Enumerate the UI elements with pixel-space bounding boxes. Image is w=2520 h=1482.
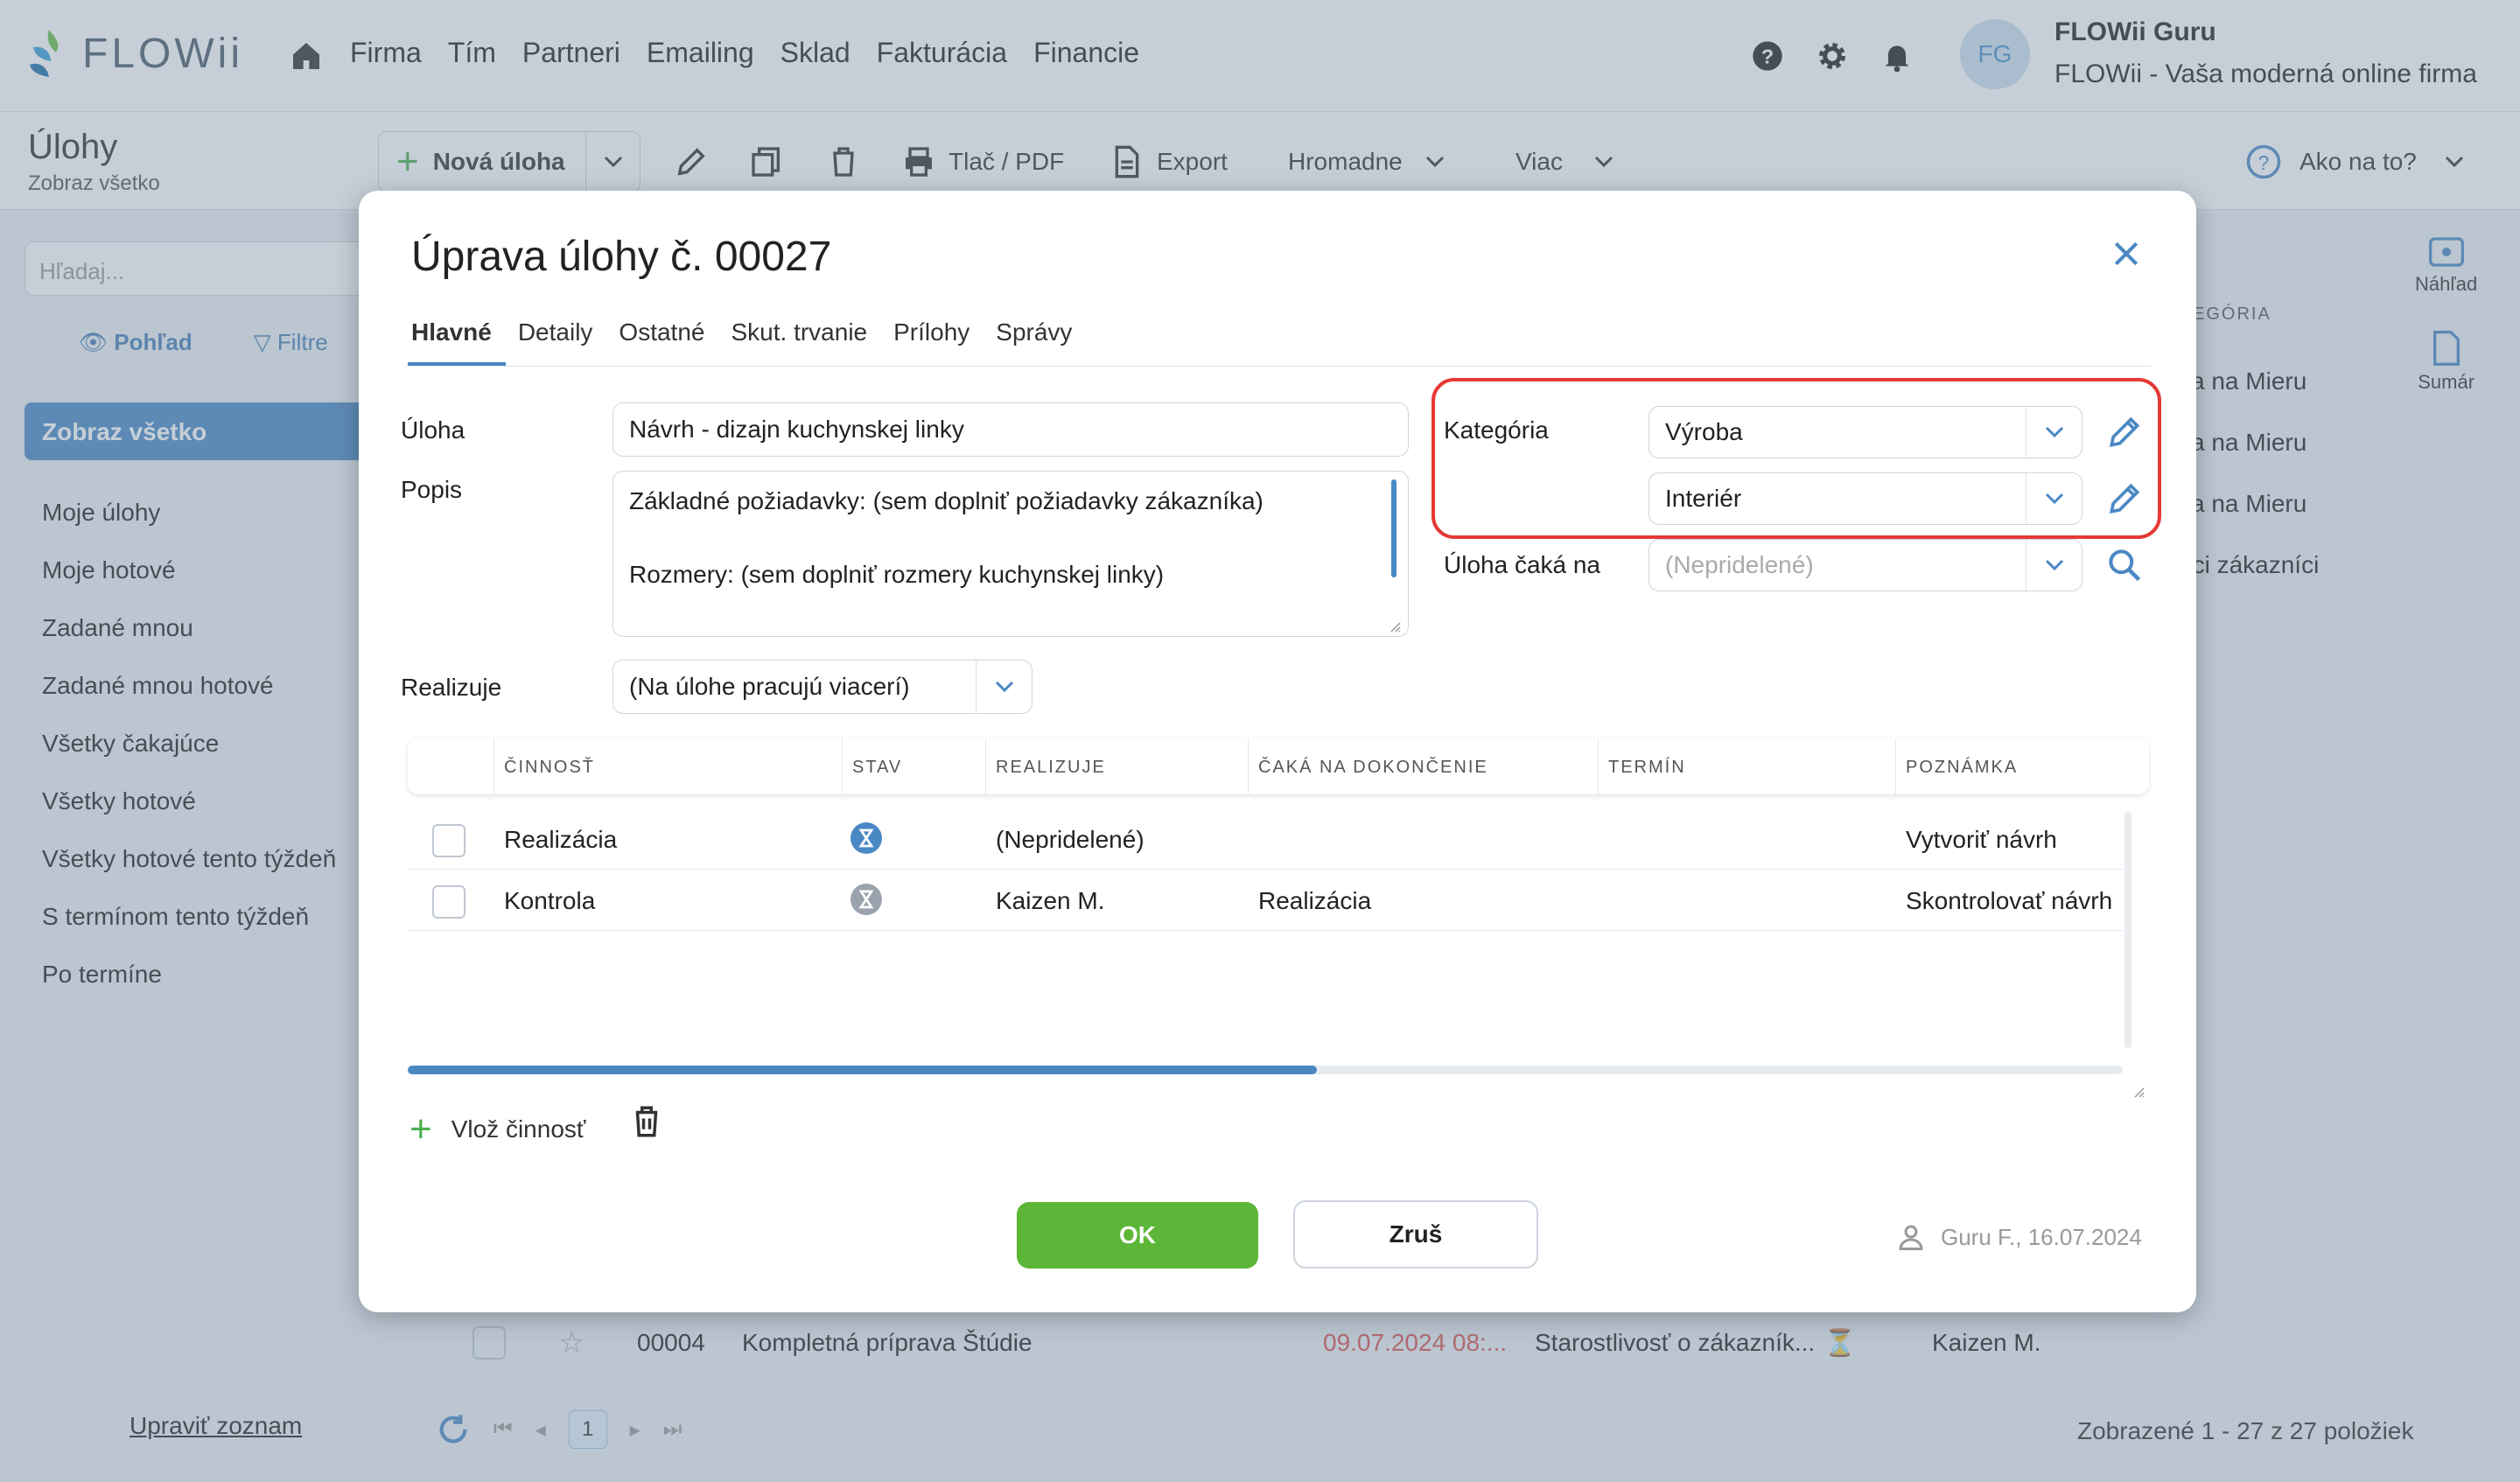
assignee-value: (Na úlohe pracujú viacerí) (629, 673, 910, 700)
table-row[interactable]: Kontrola Kaizen M. Realizácia Skontrolov… (408, 870, 2123, 931)
close-icon[interactable] (2109, 236, 2144, 271)
grid-horizontal-scrollbar[interactable] (408, 1066, 2123, 1074)
category-highlight-box (1432, 378, 2161, 539)
search-icon[interactable] (2105, 546, 2144, 584)
user-icon (1899, 1225, 1923, 1250)
assignee-select[interactable]: (Na úlohe pracujú viacerí) (612, 660, 1032, 714)
column-divider (985, 738, 986, 794)
table-row[interactable]: Realizácia (Nepridelené) Vytvoriť návrh (408, 808, 2123, 870)
scrollbar-thumb[interactable] (408, 1066, 1317, 1074)
col-waits[interactable]: ČAKÁ NA DOKONČENIE (1258, 758, 1488, 778)
tab-actual-duration[interactable]: Skut. trvanie (731, 318, 867, 346)
col-note[interactable]: POZNÁMKA (1906, 758, 2018, 778)
description-textarea[interactable]: Základné požiadavky: (sem doplniť požiad… (612, 471, 1409, 637)
textarea-scrollbar[interactable] (1391, 479, 1396, 577)
column-divider (1248, 738, 1249, 794)
dialog-tabs: Hlavné Detaily Ostatné Skut. trvanie Prí… (411, 318, 1072, 346)
dialog-title: Úprava úlohy č. 00027 (411, 234, 832, 280)
active-tab-indicator (408, 362, 506, 366)
audit-info: Guru F., 16.07.2024 (1895, 1221, 2142, 1253)
resize-handle-icon[interactable] (1388, 619, 1402, 633)
tab-divider (404, 366, 2151, 367)
tab-details[interactable]: Detaily (518, 318, 593, 346)
col-assignee[interactable]: REALIZUJE (996, 758, 1106, 778)
grid-header: ČINNOSŤ STAV REALIZUJE ČAKÁ NA DOKONČENI… (408, 738, 2149, 794)
tab-attachments[interactable]: Prílohy (893, 318, 970, 346)
activity-note: Vytvoriť návrh (1906, 826, 2057, 853)
row-checkbox[interactable] (432, 824, 466, 857)
activity-assignee: Kaizen M. (996, 887, 1105, 914)
waits-on-select[interactable]: (Nepridelené) (1648, 539, 2082, 591)
hourglass-active-icon (850, 822, 882, 854)
task-label: Úloha (401, 416, 466, 444)
assignee-label: Realizuje (401, 674, 502, 701)
ok-button[interactable]: OK (1017, 1202, 1258, 1269)
add-activity-label: Vlož činnosť (451, 1115, 586, 1143)
audit-text: Guru F., 16.07.2024 (1941, 1223, 2142, 1250)
delete-activity-icon[interactable] (628, 1102, 665, 1141)
task-name-field[interactable]: Návrh - dizajn kuchynskej linky (612, 402, 1409, 457)
row-checkbox[interactable] (432, 885, 466, 919)
description-label: Popis (401, 476, 463, 503)
waits-on-placeholder: (Nepridelené) (1665, 551, 1814, 578)
col-due[interactable]: TERMÍN (1608, 758, 1686, 778)
waits-on-label: Úloha čaká na (1444, 551, 1601, 578)
cancel-button[interactable]: Zruš (1293, 1200, 1538, 1269)
activities-grid: ČINNOSŤ STAV REALIZUJE ČAKÁ NA DOKONČENI… (408, 738, 2149, 1109)
chevron-down-icon[interactable] (2026, 540, 2082, 591)
edit-task-dialog: Úprava úlohy č. 00027 Hlavné Detaily Ost… (359, 191, 2196, 1312)
tab-messages[interactable]: Správy (996, 318, 1072, 346)
col-status[interactable]: STAV (852, 758, 902, 778)
tab-main[interactable]: Hlavné (411, 318, 492, 346)
activity-assignee: (Nepridelené) (996, 826, 1144, 853)
description-line: Rozmery: (sem doplniť rozmery kuchynskej… (629, 561, 1165, 588)
tab-other[interactable]: Ostatné (619, 318, 704, 346)
activity-name: Realizácia (504, 826, 618, 853)
add-activity-button[interactable]: + Vlož činnosť (410, 1108, 585, 1151)
activity-waits: Realizácia (1258, 887, 1372, 914)
column-divider (1895, 738, 1896, 794)
col-activity[interactable]: ČINNOSŤ (504, 758, 595, 778)
resize-handle-icon[interactable] (2132, 1085, 2146, 1099)
hourglass-waiting-icon (850, 884, 882, 915)
column-divider (1598, 738, 1599, 794)
activity-note: Skontrolovať návrh (1906, 887, 2113, 914)
chevron-down-icon[interactable] (976, 661, 1032, 713)
column-divider (842, 738, 843, 794)
grid-vertical-scrollbar[interactable] (2124, 812, 2132, 1048)
activity-name: Kontrola (504, 887, 596, 914)
description-line: Základné požiadavky: (sem doplniť požiad… (629, 487, 1264, 514)
plus-icon: + (410, 1108, 432, 1150)
